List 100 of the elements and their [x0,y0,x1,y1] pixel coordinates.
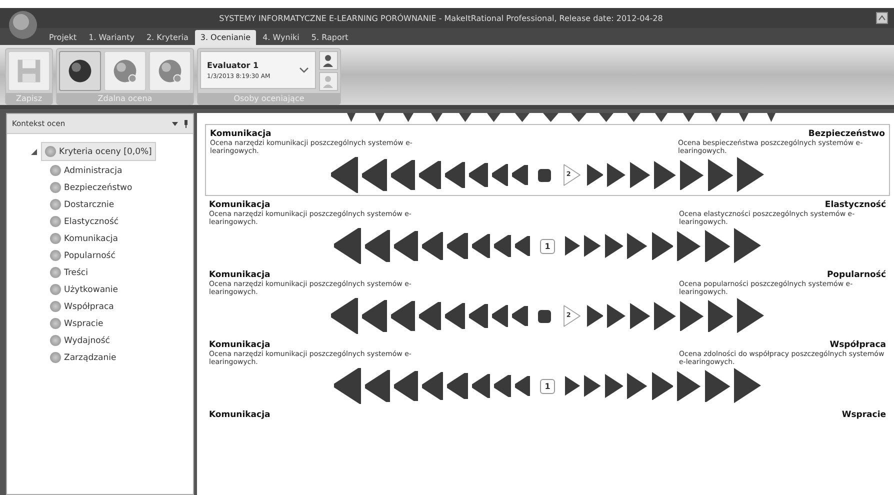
tree-item[interactable]: Elastyczność [47,213,193,230]
left-arrow-button[interactable] [331,157,358,193]
right-arrow-button[interactable] [584,235,601,257]
equal-button[interactable]: 1 [540,378,555,394]
right-arrow-button[interactable] [627,372,648,400]
left-arrow-button[interactable] [492,164,508,186]
left-arrow-button[interactable] [334,368,361,404]
right-arrow-button[interactable] [586,305,604,327]
expand-icon[interactable] [31,148,37,154]
pin-icon[interactable] [184,120,188,128]
left-arrow-button[interactable] [364,230,390,262]
left-arrow-button[interactable] [494,235,511,257]
right-arrow-button[interactable] [734,228,762,264]
criterion-name: Wspracie [840,410,886,420]
left-arrow-button[interactable] [394,230,418,262]
left-arrow-button[interactable] [419,160,441,190]
left-arrow-button[interactable] [494,375,511,397]
criterion-name: Komunikacja [209,410,272,420]
person-icon [322,74,336,88]
left-arrow-button[interactable] [447,232,468,260]
left-arrow-button[interactable] [444,302,466,330]
left-arrow-button[interactable] [512,306,528,326]
ribbon-tab[interactable]: 1. Warianty [84,30,140,45]
tree-item[interactable]: Komunikacja [47,230,193,247]
left-arrow-button[interactable] [394,370,418,402]
window-title: SYSTEMY INFORMATYCZNE E-LEARNING PORÓWNANIE - MakeItRational Professional, Release date: 2012-04-28 [218,14,664,22]
tree-item[interactable]: Zarządzanie [47,349,193,366]
right-arrow-button[interactable] [627,232,648,260]
right-arrow-button[interactable] [654,160,676,190]
right-arrow-button[interactable] [584,375,601,397]
equal-button[interactable] [538,168,551,182]
left-arrow-button[interactable] [512,165,528,185]
right-arrow-button[interactable] [677,370,702,402]
right-arrow-button[interactable] [705,370,730,402]
left-arrow-button[interactable] [514,376,530,396]
ribbon-tab[interactable]: 5. Raport [306,30,354,45]
right-arrow-button[interactable] [565,376,580,396]
tree-item[interactable]: Wydajność [47,332,193,349]
tree-item[interactable]: Bezpieczeństwo [47,179,193,196]
right-arrow-button[interactable] [680,300,704,332]
left-arrow-button[interactable] [331,298,358,334]
right-arrow-button[interactable] [654,302,676,330]
right-arrow-button[interactable] [708,158,733,192]
ribbon-tab[interactable]: 4. Wyniki [258,30,304,45]
right-arrow-button[interactable] [604,234,624,258]
right-arrow-button[interactable] [708,300,733,332]
equal-button[interactable] [538,310,551,322]
right-arrow-button[interactable] [604,374,624,398]
right-arrow-button[interactable] [705,230,730,262]
right-arrow-button[interactable] [630,162,650,188]
ribbon-tab[interactable]: 2. Kryteria [141,30,194,45]
left-arrow-button[interactable] [422,232,444,260]
left-arrow-button[interactable] [362,300,388,332]
right-arrow-button[interactable] [607,162,626,188]
criterion-name: Komunikacja [209,270,272,280]
globe-icon [111,57,139,85]
left-arrow-button[interactable] [492,305,508,327]
left-arrow-button[interactable] [469,162,488,188]
right-arrow-button[interactable] [677,230,702,262]
tree-item[interactable]: Współpraca [47,298,193,315]
person-icon [322,54,336,68]
tree-item[interactable]: Dostarcznie [47,196,193,213]
person-button[interactable] [319,51,338,70]
window-control-icon[interactable] [876,12,888,24]
right-arrow-button[interactable] [736,157,764,193]
right-arrow-button[interactable] [607,304,626,328]
left-arrow-button[interactable] [514,236,530,256]
tree-item[interactable]: Administracja [47,162,193,179]
dropdown-icon[interactable] [172,122,178,126]
tree-item[interactable]: Treści [47,264,193,281]
left-arrow-button[interactable] [391,300,416,332]
left-arrow-button[interactable] [334,228,361,264]
left-arrow-button[interactable] [391,160,416,190]
right-arrow-button[interactable] [630,302,650,330]
left-arrow-button[interactable] [472,374,490,398]
ribbon-tab[interactable]: Projekt [44,30,82,45]
left-arrow-button[interactable] [364,370,390,402]
left-arrow-button[interactable] [422,372,444,400]
tree-item[interactable]: Kryteria oceny [0,0%] [41,142,156,161]
left-arrow-button[interactable] [472,234,490,258]
right-arrow-button[interactable] [652,372,674,400]
left-arrow-button[interactable] [469,304,488,328]
right-arrow-button[interactable] [565,236,580,256]
tree-item[interactable]: Wspracie [47,315,193,332]
group-label: Osoby oceniające [198,93,340,104]
tree-item[interactable]: Użytkowanie [47,281,193,298]
right-arrow-button[interactable] [652,232,674,260]
right-arrow-button[interactable] [736,298,764,334]
right-arrow-button[interactable] [586,164,604,186]
equal-button[interactable]: 1 [540,238,555,254]
left-arrow-button[interactable] [419,302,441,330]
globe-button[interactable] [59,51,101,91]
tree-item[interactable]: Popularność [47,247,193,264]
left-arrow-button[interactable] [362,158,388,192]
left-arrow-button[interactable] [447,372,468,400]
ribbon-tab[interactable]: 3. Ocenianie [195,30,256,45]
right-arrow-button[interactable] [680,160,704,190]
left-arrow-button[interactable] [444,162,466,188]
comparison-row[interactable]: Komunikacja Wspracie [205,406,890,420]
right-arrow-button[interactable] [734,368,762,404]
